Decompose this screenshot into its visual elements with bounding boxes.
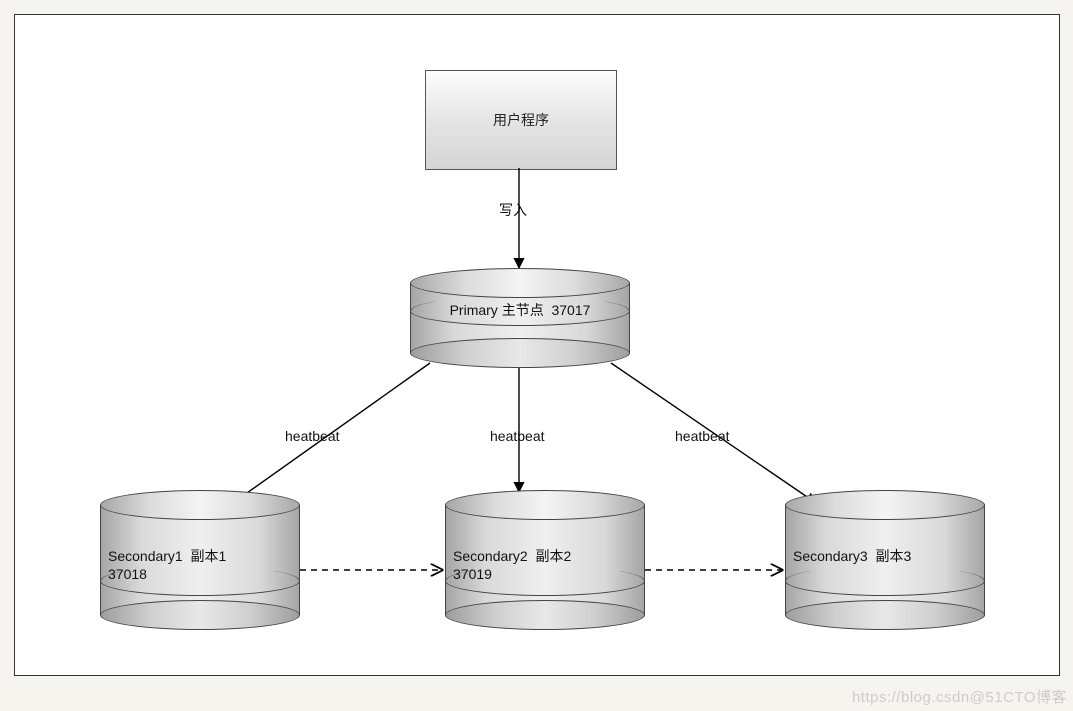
edge-label-heartbeat-right: heatbeat [675,428,730,444]
edge-label-write: 写入 [499,200,527,220]
secondary1-node-cylinder: Secondary1 副本1 37018 [100,490,300,630]
secondary3-node-label: Secondary3 副本3 [785,546,985,566]
client-app-box: 用户程序 [425,70,617,170]
primary-node-label: Primary 主节点 37017 [410,300,630,320]
primary-node-cylinder: Primary 主节点 37017 [410,268,630,368]
diagram-frame: 用户程序 Primary 主节点 37017 Secondary1 副本1 37… [14,14,1060,676]
edge-label-heartbeat-mid: heatbeat [490,428,545,444]
secondary3-node-cylinder: Secondary3 副本3 [785,490,985,630]
secondary1-node-label: Secondary1 副本1 37018 [100,546,300,582]
client-app-label: 用户程序 [493,110,549,130]
watermark-text: https://blog.csdn@51CTO博客 [852,686,1067,707]
secondary2-node-label: Secondary2 副本2 37019 [445,546,645,582]
secondary2-node-cylinder: Secondary2 副本2 37019 [445,490,645,630]
edge-label-heartbeat-left: heatbeat [285,428,340,444]
